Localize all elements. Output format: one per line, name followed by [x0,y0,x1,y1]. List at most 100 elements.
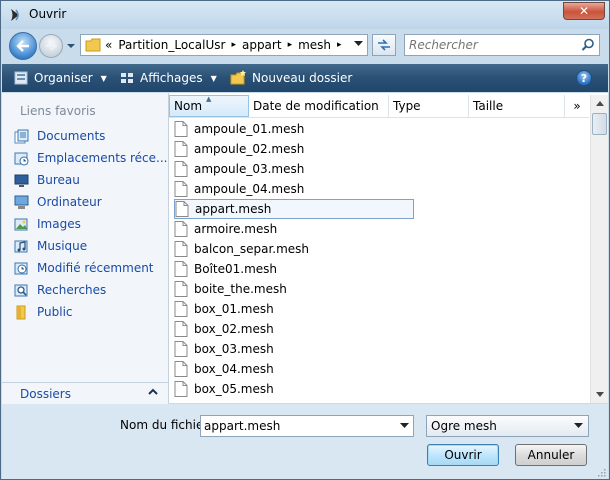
file-icon [174,281,188,297]
organize-label: Organiser [34,71,93,85]
organize-icon [14,71,28,85]
sidebar-item-searches[interactable]: Recherches [13,280,106,300]
resize-grip-icon[interactable] [596,467,606,477]
sidebar-item-pictures[interactable]: Images [13,214,81,234]
public-folder-icon [13,304,29,320]
file-name: appart.mesh [195,202,272,216]
column-header-size[interactable]: Taille [469,95,565,117]
file-icon [174,341,188,357]
back-button[interactable] [9,32,37,60]
views-label: Affichages [140,71,203,85]
close-icon: ✕ [578,4,590,18]
chevron-down-icon: ▼ [210,73,217,83]
forward-button[interactable] [39,34,63,58]
column-header-label: Date de modification [253,99,379,113]
list-item[interactable]: ampoule_02.mesh [174,139,304,159]
help-button[interactable]: ? [576,70,592,86]
scroll-up-button[interactable] [591,95,608,112]
list-item[interactable]: armoire.mesh [174,219,277,239]
address-dropdown-icon[interactable] [354,41,363,47]
breadcrumb: « Partition_LocalUsr ▸ appart ▸ mesh ▸ [105,38,348,52]
list-item[interactable]: Boîte01.mesh [174,259,277,279]
cancel-button[interactable]: Annuler [515,444,587,466]
vertical-scrollbar[interactable] [590,95,608,403]
column-header-name[interactable]: ▲ Nom [169,95,249,117]
help-icon: ? [580,71,588,85]
breadcrumb-separator-icon[interactable]: ▸ [337,40,342,50]
list-item[interactable]: box_05.mesh [174,379,274,399]
list-item[interactable]: balcon_separ.mesh [174,239,309,259]
column-header-label: Taille [473,99,504,113]
dialog-footer: Nom du fichier : Ogre mesh Ouvrir Annule… [2,404,608,479]
search-icon[interactable] [581,38,595,52]
search-input[interactable] [409,37,577,53]
documents-icon [13,128,29,144]
breadcrumb-separator-icon[interactable]: ▸ [231,40,236,50]
breadcrumb-item-mesh[interactable]: mesh [298,38,331,52]
desktop-icon [13,172,29,188]
more-columns-button[interactable]: » [565,95,589,117]
breadcrumb-item-appart[interactable]: appart [242,38,282,52]
sidebar-item-desktop[interactable]: Bureau [13,170,80,190]
close-button[interactable]: ✕ [563,2,605,20]
list-item[interactable]: box_02.mesh [174,319,274,339]
history-dropdown-icon[interactable] [66,41,76,51]
open-file-dialog: Ouvrir ✕ « Partition_LocalUsr ▸ appart ▸… [0,0,610,480]
list-item[interactable]: boite_the.mesh [174,279,287,299]
list-item[interactable]: ampoule_03.mesh [174,159,304,179]
new-folder-button[interactable]: Nouveau dossier [230,70,352,86]
navigation-bar: « Partition_LocalUsr ▸ appart ▸ mesh ▸ [1,29,609,63]
new-folder-label: Nouveau dossier [252,71,353,85]
file-icon [174,141,188,157]
filetype-select[interactable]: Ogre mesh [426,415,589,437]
file-name: box_05.mesh [194,382,274,396]
music-icon [13,238,29,254]
breadcrumb-separator-icon[interactable]: ▸ [288,40,293,50]
list-item[interactable]: box_04.mesh [174,359,274,379]
new-folder-icon [230,70,246,85]
file-name: boite_the.mesh [194,282,287,296]
folders-toggle[interactable]: Dossiers [2,382,168,405]
file-name: box_02.mesh [194,322,274,336]
filename-combobox[interactable] [200,415,414,437]
file-name: ampoule_03.mesh [194,162,305,176]
refresh-icon [378,39,390,51]
chevron-up-icon [148,388,158,395]
file-name: box_01.mesh [194,302,274,316]
sidebar-item-recently-changed[interactable]: Modifié récemment [13,258,154,278]
list-item-selected[interactable]: appart.mesh [174,199,414,219]
list-item[interactable]: ampoule_04.mesh [174,179,304,199]
file-icon [174,321,188,337]
address-bar[interactable]: « Partition_LocalUsr ▸ appart ▸ mesh ▸ [80,34,368,56]
list-item[interactable]: box_03.mesh [174,339,274,359]
column-header-date-modified[interactable]: Date de modification [249,95,389,117]
scrollbar-thumb[interactable] [592,113,607,135]
organize-menu[interactable]: Organiser ▼ [13,70,107,86]
list-item[interactable]: box_01.mesh [174,299,274,319]
filename-input[interactable] [204,418,384,434]
file-name: ampoule_02.mesh [194,142,305,156]
sidebar-item-public[interactable]: Public [13,302,73,322]
breadcrumb-item-partition[interactable]: Partition_LocalUsr [118,38,225,52]
sidebar-item-label: Emplacements réce... [37,151,168,165]
open-button[interactable]: Ouvrir [427,444,499,466]
recent-places-icon [13,150,29,166]
sidebar-item-music[interactable]: Musique [13,236,87,256]
file-icon [174,301,188,317]
search-box[interactable] [404,34,600,56]
title-bar[interactable]: Ouvrir ✕ [1,1,609,29]
list-item[interactable]: ampoule_01.mesh [174,119,304,139]
refresh-button[interactable] [372,34,396,56]
pictures-icon [13,216,29,232]
column-header-type[interactable]: Type [389,95,469,117]
breadcrumb-overflow[interactable]: « [105,38,112,52]
views-menu[interactable]: Affichages ▼ [119,70,217,86]
sidebar-item-documents[interactable]: Documents [13,126,105,146]
scroll-down-button[interactable] [591,386,608,403]
file-icon [174,121,188,137]
file-icon [174,161,188,177]
chevron-down-icon[interactable] [400,423,409,429]
sidebar-item-recent-places[interactable]: Emplacements réce... [13,148,167,168]
column-header-label: Nom [174,99,203,113]
sidebar-item-computer[interactable]: Ordinateur [13,192,102,212]
